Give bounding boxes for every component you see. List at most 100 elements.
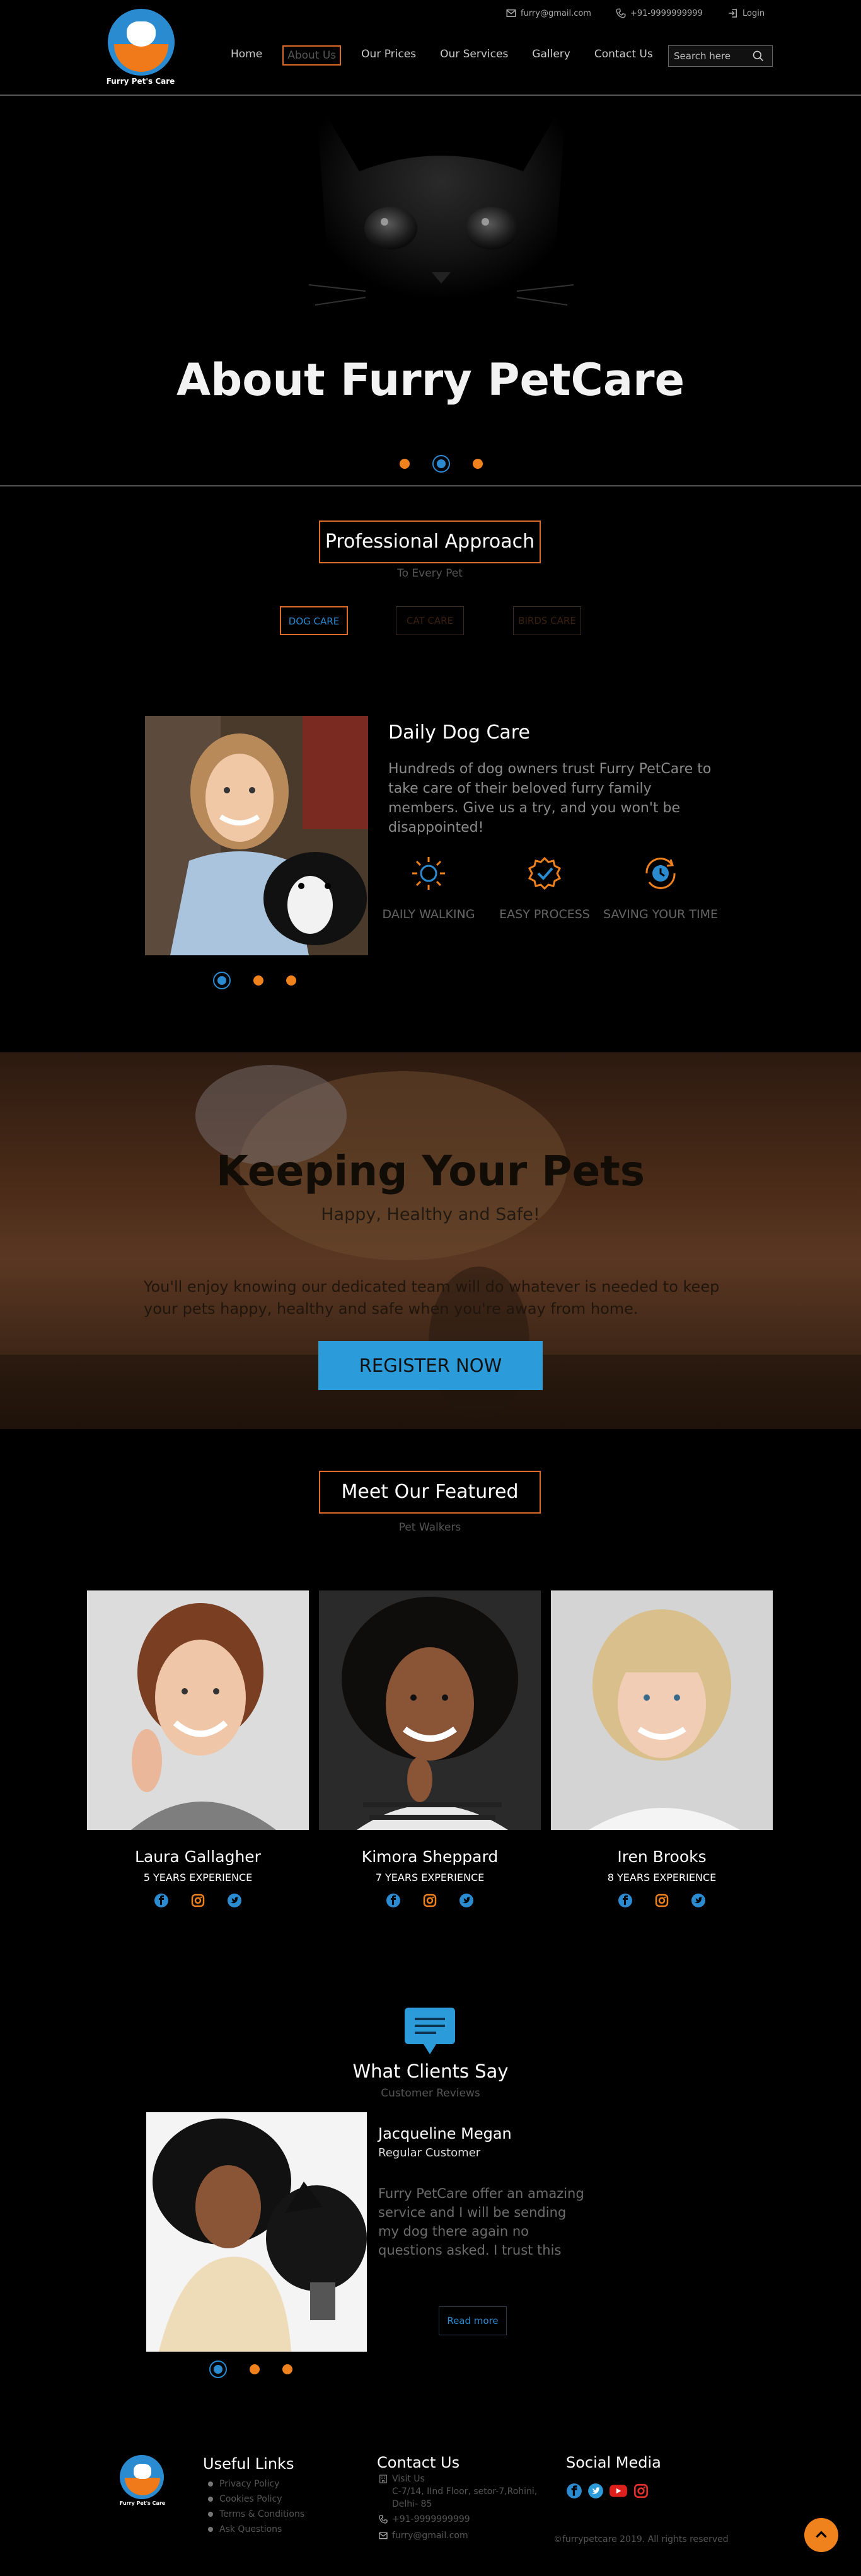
footer-social-links xyxy=(566,2483,649,2499)
nav-gallery[interactable]: Gallery xyxy=(528,45,574,66)
footer-phone[interactable]: +91-9999999999 xyxy=(378,2514,470,2524)
login-link[interactable]: Login xyxy=(727,8,765,19)
walker-experience: 5 YEARS EXPERIENCE xyxy=(143,1872,253,1883)
phone-icon xyxy=(379,2515,388,2524)
nav-about-us[interactable]: About Us xyxy=(282,45,342,66)
twitter-icon[interactable] xyxy=(691,1893,706,1908)
tab-cat-care[interactable]: CAT CARE xyxy=(396,606,464,635)
social-media-title: Social Media xyxy=(566,2454,661,2471)
footer-link-privacy[interactable]: Privacy Policy xyxy=(208,2479,279,2489)
footer-visit-us: Visit Us xyxy=(378,2474,425,2484)
facebook-icon[interactable] xyxy=(566,2483,582,2499)
approach-subtitle: To Every Pet xyxy=(397,567,463,580)
walker-photo-laura xyxy=(87,1590,309,1830)
instagram-icon[interactable] xyxy=(422,1893,437,1908)
contact-title: Contact Us xyxy=(377,2454,460,2471)
sun-icon xyxy=(412,857,445,890)
walker-social-links xyxy=(551,1893,773,1908)
tab-dog-care[interactable]: DOG CARE xyxy=(280,606,348,635)
feature-saving-your-time: SAVING YOUR TIME xyxy=(603,907,719,921)
walker-experience: 8 YEARS EXPERIENCE xyxy=(607,1872,717,1883)
dog-care-carousel-dots xyxy=(213,972,296,989)
copyright: ©furrypetcare 2019. All rights reserved xyxy=(553,2534,729,2544)
carousel-dot-active[interactable] xyxy=(209,2360,227,2378)
email-icon xyxy=(379,2532,388,2539)
client-review-text: Furry PetCare offer an amazing service a… xyxy=(378,2186,584,2262)
keeping-pets-title: Keeping Your Pets xyxy=(216,1147,645,1195)
footer-logo[interactable]: Furry Pet's Care xyxy=(117,2455,168,2512)
register-now-button[interactable]: REGISTER NOW xyxy=(318,1341,543,1390)
feature-easy-process: EASY PROCESS xyxy=(499,907,590,921)
youtube-icon[interactable] xyxy=(609,2483,628,2499)
carousel-dot-active[interactable] xyxy=(432,455,450,473)
hero-banner: About Furry PetCare xyxy=(0,96,861,486)
keeping-pets-text: You'll enjoy knowing our dedicated team … xyxy=(144,1278,720,1318)
testimonial-carousel-dots xyxy=(209,2360,292,2378)
phone-icon xyxy=(616,8,626,18)
carousel-dot[interactable] xyxy=(286,975,296,986)
carousel-dot-active[interactable] xyxy=(213,972,231,989)
tab-birds-care[interactable]: BIRDS CARE xyxy=(513,606,581,635)
keeping-pets-subtitle: Happy, Healthy and Safe! xyxy=(321,1205,540,1224)
hero-cat-image xyxy=(308,96,574,310)
dog-care-title: Daily Dog Care xyxy=(388,722,530,744)
client-name: Jacqueline Megan xyxy=(378,2125,512,2142)
client-photo xyxy=(146,2112,367,2352)
nav-contact-us[interactable]: Contact Us xyxy=(591,45,657,66)
twitter-icon[interactable] xyxy=(459,1893,474,1908)
footer-link-terms[interactable]: Terms & Conditions xyxy=(208,2509,304,2519)
nav-home[interactable]: Home xyxy=(227,45,266,66)
walkers-title: Meet Our Featured xyxy=(319,1471,541,1514)
footer-link-ask-questions[interactable]: Ask Questions xyxy=(208,2524,282,2534)
site-header: Furry Pet's Care furry@gmail.com +91-999… xyxy=(0,0,861,96)
footer-email[interactable]: furry@gmail.com xyxy=(378,2531,468,2541)
header-phone[interactable]: +91-9999999999 xyxy=(615,8,703,19)
carousel-dot[interactable] xyxy=(282,2364,292,2374)
facebook-icon[interactable] xyxy=(154,1893,169,1908)
footer-logo-text: Furry Pet's Care xyxy=(119,2500,166,2506)
hero-carousel-dots xyxy=(400,455,483,473)
feature-daily-walking: DAILY WALKING xyxy=(382,907,475,921)
walker-social-links xyxy=(87,1893,309,1908)
twitter-icon[interactable] xyxy=(587,2483,604,2499)
header-phone-text: +91-9999999999 xyxy=(630,8,703,18)
site-logo[interactable]: Furry Pet's Care xyxy=(103,6,178,88)
instagram-icon[interactable] xyxy=(654,1893,669,1908)
building-icon xyxy=(379,2475,387,2483)
carousel-dot[interactable] xyxy=(473,459,483,469)
facebook-icon[interactable] xyxy=(618,1893,633,1908)
walkers-subtitle: Pet Walkers xyxy=(398,1521,461,1534)
walker-experience: 7 YEARS EXPERIENCE xyxy=(375,1872,485,1883)
carousel-dot[interactable] xyxy=(253,975,263,986)
testimonials-title: What Clients Say xyxy=(352,2061,509,2082)
read-more-button[interactable]: Read more xyxy=(439,2306,507,2335)
walker-social-links xyxy=(319,1893,541,1908)
login-icon xyxy=(729,9,737,18)
footer-link-cookies[interactable]: Cookies Policy xyxy=(208,2494,282,2504)
badge-check-icon xyxy=(528,856,562,890)
useful-links-title: Useful Links xyxy=(203,2455,294,2473)
nav-our-prices[interactable]: Our Prices xyxy=(357,45,420,66)
hero-title: About Furry PetCare xyxy=(176,354,685,406)
header-email[interactable]: furry@gmail.com xyxy=(506,8,591,19)
clock-refresh-icon xyxy=(645,858,676,889)
instagram-icon[interactable] xyxy=(190,1893,205,1908)
dog-care-text: Hundreds of dog owners trust Furry PetCa… xyxy=(388,761,712,836)
keeping-pets-banner: Keeping Your Pets Happy, Healthy and Saf… xyxy=(0,1052,861,1429)
testimonials-subtitle: Customer Reviews xyxy=(381,2087,480,2100)
twitter-icon[interactable] xyxy=(227,1893,242,1908)
search-input[interactable] xyxy=(674,50,752,62)
carousel-dot[interactable] xyxy=(400,459,410,469)
footer-address-line2: Delhi- 85 xyxy=(392,2499,432,2509)
email-icon xyxy=(506,9,516,17)
client-role: Regular Customer xyxy=(378,2146,481,2159)
search-icon[interactable] xyxy=(752,50,765,62)
carousel-dot[interactable] xyxy=(250,2364,260,2374)
nav-our-services[interactable]: Our Services xyxy=(436,45,512,66)
main-nav: Home About Us Our Prices Our Services Ga… xyxy=(227,45,673,66)
approach-title: Professional Approach xyxy=(319,520,541,563)
instagram-icon[interactable] xyxy=(633,2483,649,2499)
scroll-to-top-button[interactable] xyxy=(804,2518,838,2552)
facebook-icon[interactable] xyxy=(386,1893,401,1908)
logo-emblem xyxy=(108,9,175,76)
